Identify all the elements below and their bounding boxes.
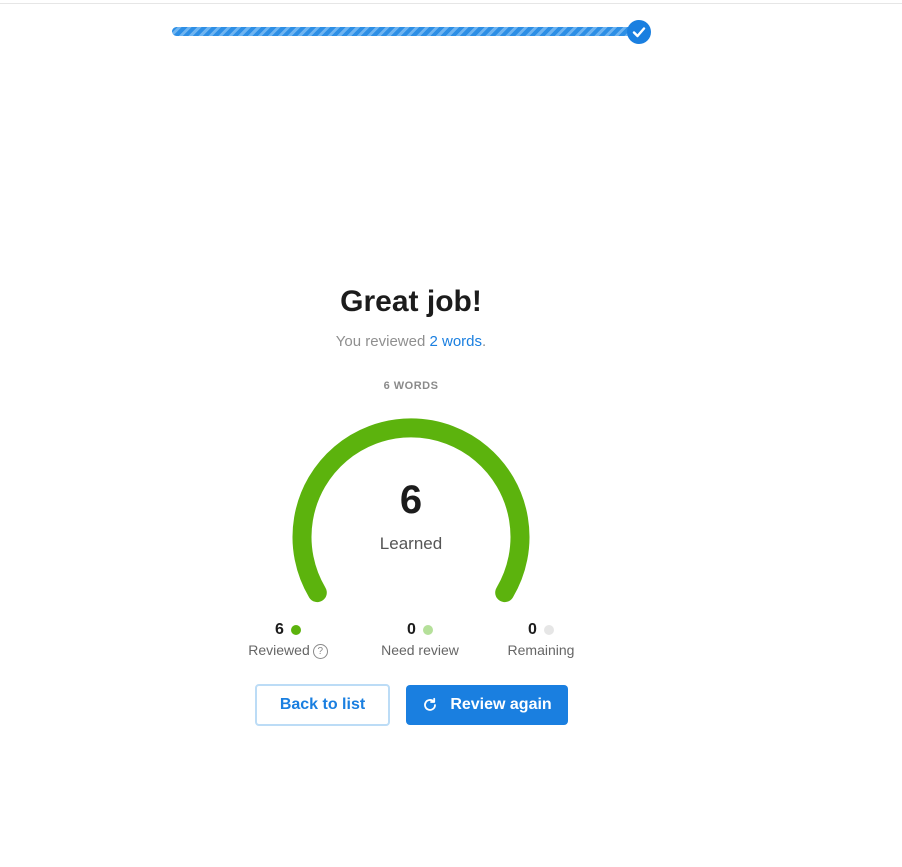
summary-suffix: . xyxy=(482,333,487,350)
summary-prefix: You reviewed xyxy=(335,333,430,350)
back-to-list-button[interactable]: Back to list xyxy=(255,684,390,726)
stat-label: Reviewed xyxy=(248,642,310,658)
back-to-list-label: Back to list xyxy=(279,696,366,713)
reviewed-words-link[interactable]: 2 words xyxy=(429,333,482,350)
reviewed-dot xyxy=(290,625,301,635)
question-icon[interactable]: ? xyxy=(312,644,328,659)
review-again-button[interactable]: Review again xyxy=(406,685,568,725)
stat-value: 0 xyxy=(528,621,537,638)
stat-label: Remaining xyxy=(507,642,575,658)
stat-reviewed: 6 Reviewed? xyxy=(233,620,343,659)
refresh-icon xyxy=(422,697,438,713)
stat-value: 6 xyxy=(275,621,284,638)
remaining-dot xyxy=(543,625,554,635)
stat-label: Need review xyxy=(381,642,459,658)
page-title: Great job! xyxy=(340,285,482,318)
stat-remaining: 0 Remaining xyxy=(486,620,596,658)
check-icon xyxy=(627,20,651,44)
review-summary: You reviewed 2 words. xyxy=(0,333,822,350)
progress-bar xyxy=(172,27,637,36)
review-again-label: Review again xyxy=(450,696,552,713)
learned-count: 6 xyxy=(399,478,423,522)
stat-value: 0 xyxy=(407,621,416,638)
total-words-label: 6 WORDS xyxy=(383,380,439,392)
stat-need-review: 0 Need review xyxy=(365,620,475,658)
need-review-dot xyxy=(422,625,433,635)
top-divider xyxy=(0,3,902,4)
learned-label: Learned xyxy=(379,534,443,553)
